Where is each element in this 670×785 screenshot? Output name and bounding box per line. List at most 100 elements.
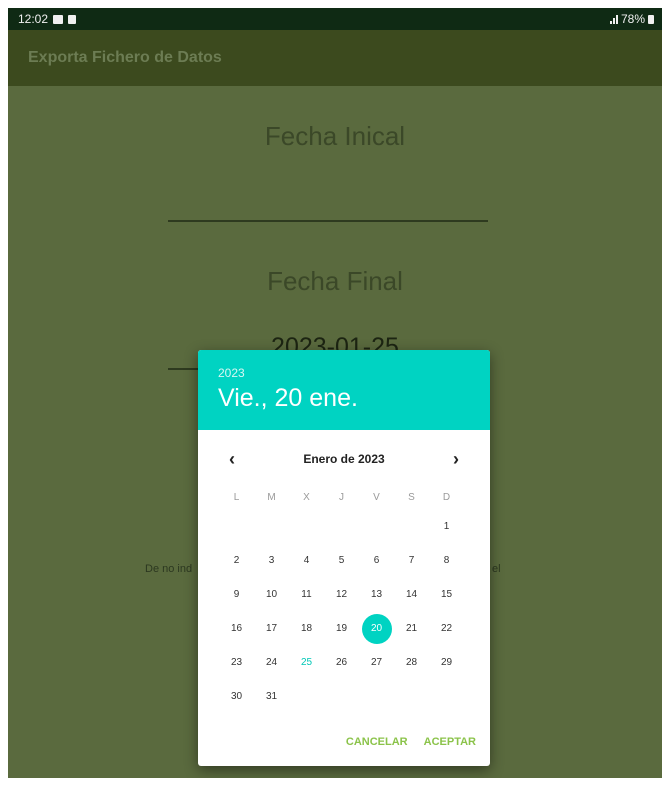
calendar-day[interactable]: 25: [289, 646, 324, 680]
calendar-empty-cell: [219, 510, 254, 544]
calendar-day[interactable]: 9: [219, 578, 254, 612]
calendar-day-number: 3: [268, 555, 275, 566]
calendar-day[interactable]: 17: [254, 612, 289, 646]
calendar-day-number: 20: [370, 623, 383, 634]
calendar-empty-cell: [324, 680, 359, 714]
start-date-label: Fecha Inical: [264, 121, 406, 151]
calendar-day[interactable]: 19: [324, 612, 359, 646]
calendar-empty-cell: [429, 680, 464, 714]
date-picker-dialog: 2023 Vie., 20 ene. ‹ Enero de 2023 › L M…: [198, 350, 490, 766]
calendar-empty-cell: [359, 510, 394, 544]
calendar-day[interactable]: 14: [394, 578, 429, 612]
calendar-day[interactable]: 13: [359, 578, 394, 612]
calendar-day[interactable]: 18: [289, 612, 324, 646]
calendar-day[interactable]: 8: [429, 544, 464, 578]
app-screen: 12:02 78% Exporta Fichero de Datos Fecha…: [8, 8, 662, 778]
calendar-day[interactable]: 12: [324, 578, 359, 612]
battery-level: 78%: [620, 12, 645, 26]
calendar-day-number: 30: [230, 691, 243, 702]
weekday-label: J: [339, 492, 344, 503]
calendar-day[interactable]: 15: [429, 578, 464, 612]
calendar-day-number: 31: [265, 691, 278, 702]
calendar-weeks: 1 2 3 4 5 6 7 8 9 10 11 12 13 14 15 16 17 18 19 20 21 22 23 24 2…: [219, 510, 465, 714]
calendar-empty-cell: [289, 680, 324, 714]
calendar-day[interactable]: 21: [394, 612, 429, 646]
calendar-day[interactable]: 11: [289, 578, 324, 612]
cancel-button[interactable]: CANCELAR: [346, 736, 408, 748]
gallery-notification-icon: [53, 14, 64, 24]
calendar-empty-cell: [359, 680, 394, 714]
calendar-day-number: 13: [370, 589, 383, 600]
calendar-day-number: 18: [300, 623, 313, 634]
calendar-day-number: 28: [405, 657, 418, 668]
signal-icon: [609, 14, 618, 24]
calendar-day[interactable]: 10: [254, 578, 289, 612]
calendar-day[interactable]: 1: [429, 510, 464, 544]
calendar-empty-cell: [289, 510, 324, 544]
calendar-day[interactable]: 6: [359, 544, 394, 578]
header-year[interactable]: 2023: [218, 366, 245, 380]
calendar-day[interactable]: 5: [324, 544, 359, 578]
calendar-day[interactable]: 26: [324, 646, 359, 680]
weekday-label: X: [303, 492, 310, 503]
calendar-day-number: 21: [405, 623, 418, 634]
header-selected-date[interactable]: Vie., 20 ene.: [218, 384, 358, 413]
month-navigation: ‹ Enero de 2023 ›: [198, 450, 490, 470]
calendar-day[interactable]: 16: [219, 612, 254, 646]
accept-button[interactable]: ACEPTAR: [424, 736, 476, 748]
dialog-actions: CANCELAR ACEPTAR: [346, 736, 476, 748]
weekday-label: V: [373, 492, 380, 503]
calendar-day-number: 2: [233, 555, 240, 566]
status-time: 12:02: [18, 12, 49, 26]
calendar-day[interactable]: 27: [359, 646, 394, 680]
calendar-day-number: 4: [303, 555, 310, 566]
calendar-day-number: 10: [265, 589, 278, 600]
calendar-day[interactable]: 31: [254, 680, 289, 714]
calendar-empty-cell: [254, 510, 289, 544]
calendar-grid: L M X J V S D 1 2 3 4 5 6 7 8 9 10 11 12 13 14 15 16 17 1…: [219, 486, 465, 714]
hint-text-left: De no ind: [145, 563, 193, 575]
calendar-day-number: 25: [300, 657, 313, 668]
calendar-day-number: 15: [440, 589, 453, 600]
weekday-label: M: [267, 492, 276, 503]
calendar-day[interactable]: 2: [219, 544, 254, 578]
weekday-label: D: [442, 492, 451, 503]
calendar-day-number: 22: [440, 623, 453, 634]
calendar-day[interactable]: 30: [219, 680, 254, 714]
status-bar: 12:02 78%: [8, 8, 662, 30]
calendar-day-number: 7: [408, 555, 415, 566]
calendar-day-number: 12: [335, 589, 348, 600]
calendar-day[interactable]: 3: [254, 544, 289, 578]
calendar-day-number: 24: [265, 657, 278, 668]
calendar-day[interactable]: 24: [254, 646, 289, 680]
calendar-day[interactable]: 23: [219, 646, 254, 680]
calendar-day[interactable]: 7: [394, 544, 429, 578]
calendar-day-number: 5: [338, 555, 345, 566]
status-right: 78%: [609, 12, 654, 26]
calendar-day[interactable]: 22: [429, 612, 464, 646]
calendar-day-number: 8: [443, 555, 450, 566]
weekday-label: L: [233, 492, 240, 503]
calendar-day-number: 29: [440, 657, 453, 668]
status-left: 12:02: [18, 12, 77, 26]
start-date-underline: [168, 220, 488, 222]
calendar-day-number: 11: [301, 589, 312, 600]
calendar-week-row: 16 17 18 19 20 21 22: [219, 612, 465, 646]
dialog-header: 2023 Vie., 20 ene.: [198, 350, 490, 430]
calendar-day-number: 1: [443, 521, 450, 532]
calendar-day[interactable]: 29: [429, 646, 464, 680]
calendar-empty-cell: [394, 680, 429, 714]
calendar-day[interactable]: 4: [289, 544, 324, 578]
calendar-day-number: 14: [405, 589, 418, 600]
calendar-empty-cell: [394, 510, 429, 544]
calendar-day-number: 6: [373, 555, 380, 566]
calendar-day-number: 26: [335, 657, 348, 668]
calendar-day-number: 19: [335, 623, 348, 634]
calendar-day-number: 17: [265, 623, 278, 634]
calendar-day[interactable]: 20: [359, 612, 394, 646]
app-notification-icon: [68, 14, 77, 24]
calendar-day[interactable]: 28: [394, 646, 429, 680]
calendar-week-row: 1: [219, 510, 465, 544]
next-month-icon[interactable]: ›: [444, 450, 468, 468]
calendar-week-row: 30 31: [219, 680, 465, 714]
